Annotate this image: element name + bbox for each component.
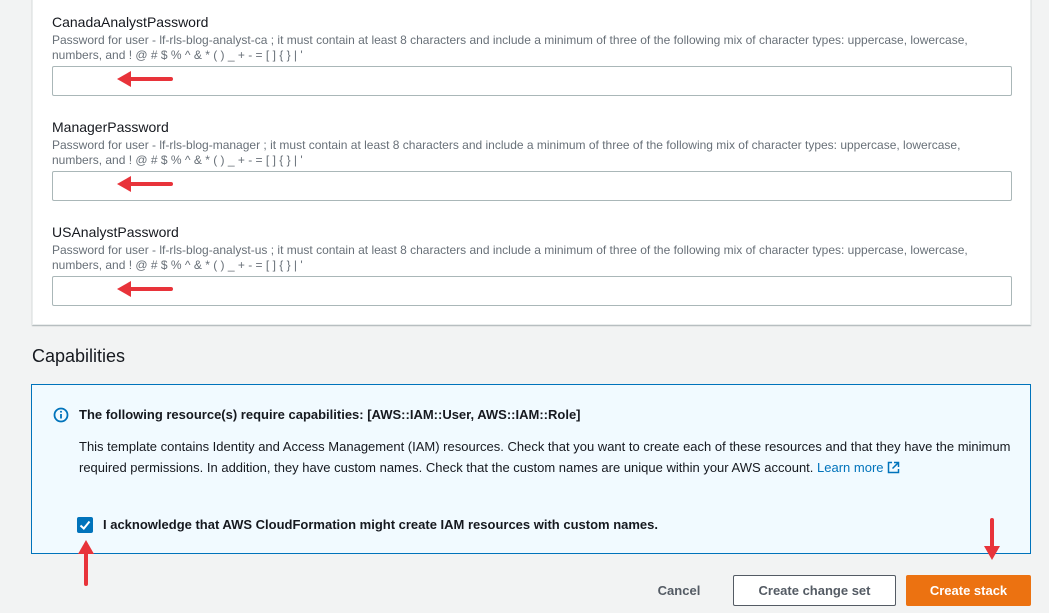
param-label: CanadaAnalystPassword [52, 14, 209, 30]
param-description: Password for user - lf-rls-blog-analyst-… [52, 33, 968, 62]
param-label: ManagerPassword [52, 119, 169, 135]
red-arrow-icon [117, 71, 173, 87]
manager-password-input[interactable] [52, 171, 1012, 201]
capabilities-alert-title: The following resource(s) require capabi… [79, 407, 581, 422]
external-link-icon [887, 461, 899, 474]
create-change-set-button[interactable]: Create change set [733, 575, 896, 606]
acknowledge-label[interactable]: I acknowledge that AWS CloudFormation mi… [103, 517, 658, 533]
param-description: Password for user - lf-rls-blog-manager … [52, 138, 961, 167]
param-us-analyst-password: USAnalystPassword Password for user - lf… [52, 223, 1012, 306]
param-manager-password: ManagerPassword Password for user - lf-r… [52, 118, 1012, 201]
learn-more-label: Learn more [817, 460, 884, 475]
capabilities-alert: The following resource(s) require capabi… [31, 384, 1031, 554]
parameters-panel: CanadaAnalystPassword Password for user … [32, 0, 1031, 325]
create-stack-button[interactable]: Create stack [906, 575, 1031, 606]
capabilities-heading: Capabilities [32, 346, 126, 366]
param-label: USAnalystPassword [52, 224, 179, 240]
info-icon [53, 407, 69, 423]
capabilities-alert-text: This template contains Identity and Acce… [79, 436, 1014, 478]
canada-analyst-password-input[interactable] [52, 66, 1012, 96]
param-canada-analyst-password: CanadaAnalystPassword Password for user … [52, 13, 1012, 96]
learn-more-link[interactable]: Learn more [817, 460, 899, 475]
cancel-button[interactable]: Cancel [640, 575, 718, 606]
red-arrow-icon [117, 281, 173, 297]
red-arrow-icon [117, 176, 173, 192]
red-arrow-icon [984, 518, 1000, 560]
acknowledge-checkbox[interactable] [77, 517, 93, 533]
red-arrow-icon [78, 540, 94, 586]
us-analyst-password-input[interactable] [52, 276, 1012, 306]
param-description: Password for user - lf-rls-blog-analyst-… [52, 243, 968, 272]
checkmark-icon [79, 520, 91, 530]
